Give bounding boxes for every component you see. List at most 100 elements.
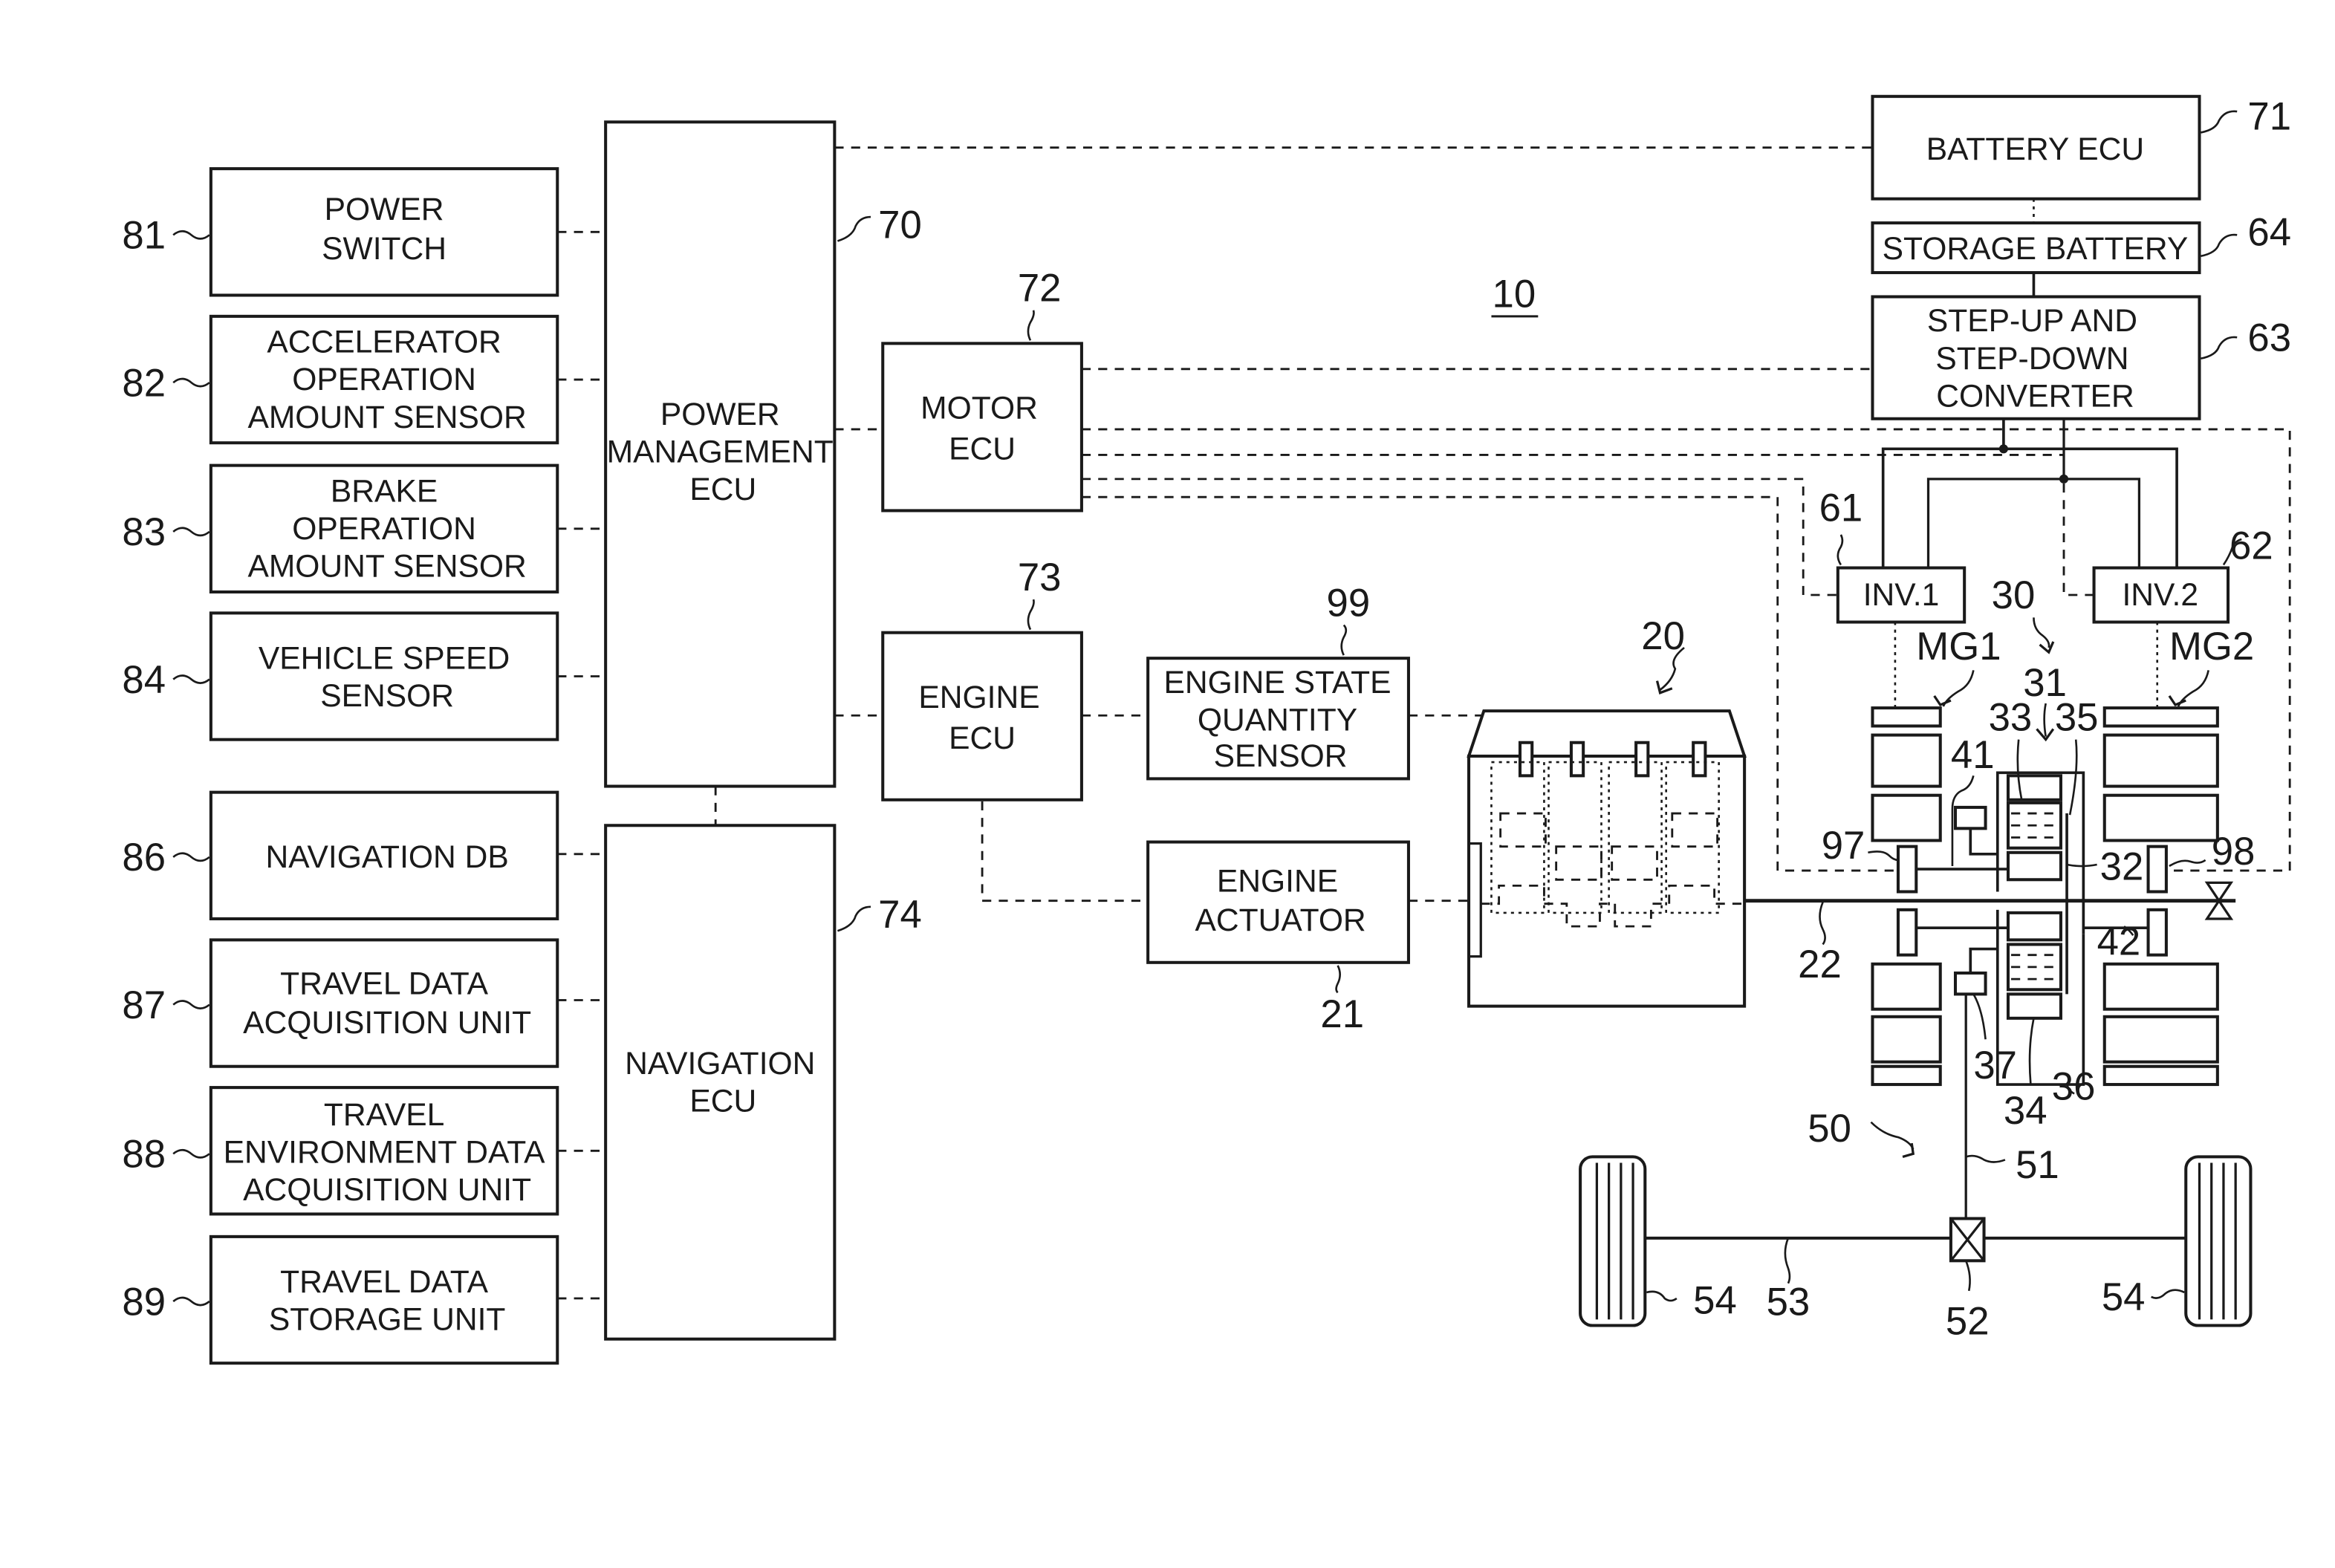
ref-33: 33: [1989, 696, 2033, 740]
nav-ecu-line2: ECU: [689, 1084, 756, 1119]
engine-ecu-line2: ECU: [949, 720, 1016, 756]
ref-51: 51: [2016, 1143, 2059, 1187]
ring-gear-lower: [2006, 992, 2062, 1020]
mg1-stator-upper: [1871, 733, 1942, 788]
sensor-84-line1: VEHICLE SPEED: [259, 640, 510, 676]
ref-35: 35: [2055, 696, 2099, 740]
engine-ecu-line1: ENGINE: [918, 680, 1039, 715]
mg2-rotor-bottom: [2102, 1064, 2219, 1087]
leader-54-right: [2151, 1289, 2185, 1299]
inverter-1: INV.1 61: [1819, 487, 1967, 624]
gear-37: [1953, 971, 1987, 996]
leader-50: [1870, 1121, 1915, 1150]
sensor-84-line2: SENSOR: [320, 678, 454, 714]
nav-87-line1: TRAVEL DATA: [280, 966, 489, 1001]
leader-97: [1868, 850, 1899, 862]
nav-block-87: TRAVEL DATA ACQUISITION UNIT 87: [122, 938, 559, 1068]
resolver-97-lower: [1896, 908, 1918, 957]
nav-block-86: NAVIGATION DB 86: [122, 790, 559, 921]
sensor-block-84: VEHICLE SPEED SENSOR 84: [122, 611, 559, 741]
leader-98: [2169, 859, 2206, 868]
spark-plug: [1692, 741, 1707, 778]
sensor-99-line2: QUANTITY: [1198, 703, 1357, 738]
sensor-82-line1: ACCELERATOR: [267, 325, 501, 360]
converter-line3: CONVERTER: [1936, 379, 2134, 414]
ref-54-right: 54: [2102, 1275, 2146, 1319]
svg-text:SWITCH: SWITCH: [322, 231, 446, 267]
sensor-83-line1: BRAKE: [331, 473, 438, 509]
mg1-stator-mid: [1871, 793, 1942, 842]
sensor-81-line2: SWITCH: [322, 231, 446, 267]
navigation-ecu: NAVIGATION ECU 74: [604, 824, 922, 1341]
ref-88: 88: [122, 1133, 166, 1177]
nav-88-line2: ENVIRONMENT DATA: [224, 1135, 546, 1171]
leader-73: [1027, 599, 1035, 631]
nav-89-line1: TRAVEL DATA: [280, 1264, 489, 1300]
leader-71: [2201, 110, 2238, 134]
resolver-98: [2146, 845, 2168, 894]
mg1-stator-bottom: [1871, 1015, 1942, 1064]
ref-64: 64: [2247, 211, 2291, 255]
ref-87: 87: [122, 983, 166, 1027]
pm-ecu-line2: MANAGEMENT: [607, 435, 834, 470]
leader-63: [2201, 336, 2238, 360]
spark-plug: [1569, 741, 1585, 778]
motor-ecu: MOTOR ECU 72: [881, 267, 1083, 513]
ref-84: 84: [122, 658, 166, 702]
ref-50: 50: [1808, 1107, 1851, 1151]
ref-53: 53: [1767, 1280, 1810, 1324]
mg2-stator-upper: [2102, 733, 2219, 788]
ref-73: 73: [1018, 556, 1062, 599]
leader-87: [172, 1000, 210, 1009]
wheel-right: [2184, 1155, 2253, 1327]
leader-34: [2028, 1018, 2035, 1085]
arrow-mg2: [2168, 694, 2186, 707]
ref-86: 86: [122, 836, 166, 879]
actuator-21-line1: ENGINE: [1217, 863, 1338, 899]
block-diagram: POWER SWITCH 81 ACCELERATOR OPERATION AM…: [122, 94, 2291, 1365]
mg1-stator-lower: [1871, 962, 1942, 1011]
leader-64: [2201, 233, 2238, 258]
nav-88-line3: ACQUISITION UNIT: [243, 1172, 531, 1208]
label-mg1: MG1: [1916, 625, 2001, 668]
ref-62: 62: [2230, 524, 2273, 567]
junction-neg: [2059, 474, 2069, 484]
ref-37: 37: [1973, 1044, 2017, 1087]
ref-20: 20: [1641, 614, 1685, 658]
ref-61: 61: [1819, 487, 1863, 530]
drive-unit: 50 51 52 53 54 54: [1579, 1107, 2253, 1344]
ref-10: 10: [1493, 273, 1536, 316]
engine-block: [1467, 754, 1747, 1008]
pm-ecu-line1: POWER: [660, 397, 780, 432]
sensor-82-line2: OPERATION: [292, 362, 476, 397]
differential: [1949, 1217, 1986, 1263]
leader-32: [2066, 863, 2097, 868]
ref-41: 41: [1951, 733, 1995, 777]
leader-70: [837, 215, 871, 242]
leader-74: [837, 905, 871, 932]
leader-53: [1784, 1237, 1791, 1284]
pm-ecu-line3: ECU: [689, 472, 756, 507]
left-wheel: 54: [1579, 1155, 1737, 1327]
nav-88-line1: TRAVEL: [324, 1097, 444, 1133]
ref-82: 82: [122, 361, 166, 405]
ref-63: 63: [2247, 316, 2291, 360]
sun-gear-upper: [2006, 850, 2062, 882]
label-mg2: MG2: [2169, 625, 2254, 668]
leader-30: [2033, 617, 2050, 648]
ref-83: 83: [122, 510, 166, 554]
mg2-stator-mid: [2102, 793, 2219, 842]
leader-51: [1965, 1154, 2006, 1163]
ref-70: 70: [878, 203, 922, 247]
right-wheel: 54: [2102, 1155, 2253, 1327]
ref-36: 36: [2052, 1064, 2096, 1108]
resolver-98-lower: [2146, 908, 2168, 957]
leader-99: [1340, 624, 1348, 656]
arrow-30: [2039, 641, 2055, 654]
ref-52: 52: [1946, 1300, 1990, 1344]
mg1-rotor-top: [1871, 706, 1942, 728]
ref-21: 21: [1320, 992, 1364, 1036]
nav-86-line1: NAVIGATION DB: [266, 839, 509, 875]
nav-unit-column: NAVIGATION DB 86 TRAVEL DATA ACQUISITION…: [122, 790, 559, 1365]
leader-81: [172, 230, 210, 240]
